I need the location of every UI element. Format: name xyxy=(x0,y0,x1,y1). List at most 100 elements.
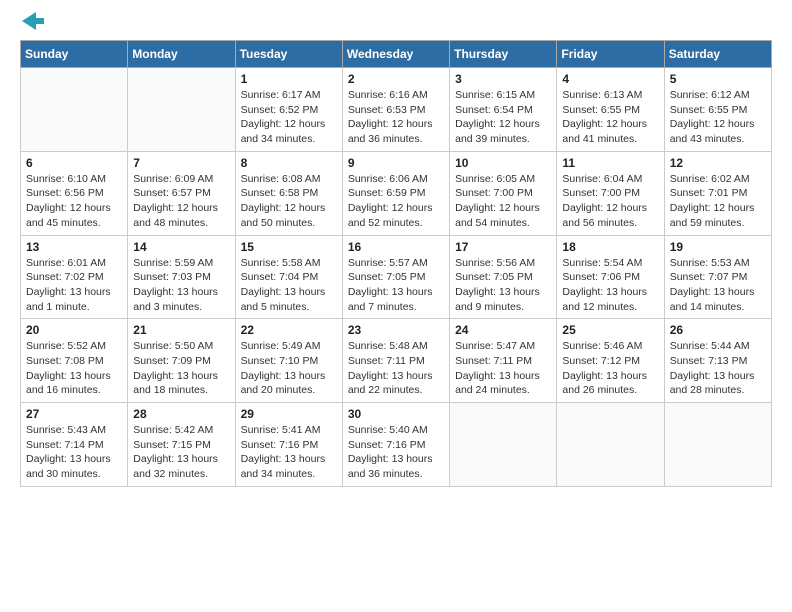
day-number: 20 xyxy=(26,323,122,337)
day-info: Sunrise: 6:01 AM Sunset: 7:02 PM Dayligh… xyxy=(26,256,122,315)
day-info: Sunrise: 5:42 AM Sunset: 7:15 PM Dayligh… xyxy=(133,423,229,482)
calendar-cell: 14 Sunrise: 5:59 AM Sunset: 7:03 PM Dayli… xyxy=(128,235,235,319)
calendar-table: SundayMondayTuesdayWednesdayThursdayFrid… xyxy=(20,40,772,487)
calendar-cell: 12Sunrise: 6:02 AM Sunset: 7:01 PM Dayli… xyxy=(664,151,771,235)
calendar-cell: 4 Sunrise: 6:13 AM Sunset: 6:55 PM Daylig… xyxy=(557,68,664,152)
day-number: 16 xyxy=(348,240,444,254)
day-info: Sunrise: 5:50 AM Sunset: 7:09 PM Dayligh… xyxy=(133,339,229,398)
day-number: 2 xyxy=(348,72,444,86)
calendar-cell xyxy=(557,403,664,487)
calendar-cell: 2 Sunrise: 6:16 AM Sunset: 6:53 PM Daylig… xyxy=(342,68,449,152)
day-number: 5 xyxy=(670,72,766,86)
calendar-cell xyxy=(128,68,235,152)
day-info: Sunrise: 5:44 AM Sunset: 7:13 PM Dayligh… xyxy=(670,339,766,398)
day-info: Sunrise: 6:08 AM Sunset: 6:58 PM Dayligh… xyxy=(241,172,337,231)
logo xyxy=(20,20,44,30)
logo-arrow-icon xyxy=(22,12,44,30)
col-header-thursday: Thursday xyxy=(450,41,557,68)
calendar-cell xyxy=(21,68,128,152)
day-number: 28 xyxy=(133,407,229,421)
calendar-cell: 6Sunrise: 6:10 AM Sunset: 6:56 PM Daylig… xyxy=(21,151,128,235)
day-number: 4 xyxy=(562,72,658,86)
col-header-wednesday: Wednesday xyxy=(342,41,449,68)
day-info: Sunrise: 5:41 AM Sunset: 7:16 PM Dayligh… xyxy=(241,423,337,482)
calendar-cell: 10 Sunrise: 6:05 AM Sunset: 7:00 PM Dayli… xyxy=(450,151,557,235)
calendar-cell: 23Sunrise: 5:48 AM Sunset: 7:11 PM Dayli… xyxy=(342,319,449,403)
calendar-cell: 21 Sunrise: 5:50 AM Sunset: 7:09 PM Dayli… xyxy=(128,319,235,403)
calendar-cell: 9 Sunrise: 6:06 AM Sunset: 6:59 PM Daylig… xyxy=(342,151,449,235)
day-number: 18 xyxy=(562,240,658,254)
day-info: Sunrise: 5:58 AM Sunset: 7:04 PM Dayligh… xyxy=(241,256,337,315)
day-number: 15 xyxy=(241,240,337,254)
day-info: Sunrise: 5:48 AM Sunset: 7:11 PM Dayligh… xyxy=(348,339,444,398)
day-number: 3 xyxy=(455,72,551,86)
day-number: 11 xyxy=(562,156,658,170)
day-info: Sunrise: 5:56 AM Sunset: 7:05 PM Dayligh… xyxy=(455,256,551,315)
day-info: Sunrise: 5:54 AM Sunset: 7:06 PM Dayligh… xyxy=(562,256,658,315)
calendar-cell: 19 Sunrise: 5:53 AM Sunset: 7:07 PM Dayli… xyxy=(664,235,771,319)
day-number: 10 xyxy=(455,156,551,170)
col-header-sunday: Sunday xyxy=(21,41,128,68)
day-info: Sunrise: 6:13 AM Sunset: 6:55 PM Dayligh… xyxy=(562,88,658,147)
day-info: Sunrise: 6:05 AM Sunset: 7:00 PM Dayligh… xyxy=(455,172,551,231)
day-info: Sunrise: 5:40 AM Sunset: 7:16 PM Dayligh… xyxy=(348,423,444,482)
day-info: Sunrise: 6:06 AM Sunset: 6:59 PM Dayligh… xyxy=(348,172,444,231)
day-number: 21 xyxy=(133,323,229,337)
day-info: Sunrise: 5:57 AM Sunset: 7:05 PM Dayligh… xyxy=(348,256,444,315)
calendar-week-3: 13 Sunrise: 6:01 AM Sunset: 7:02 PM Dayli… xyxy=(21,235,772,319)
day-number: 30 xyxy=(348,407,444,421)
day-info: Sunrise: 6:15 AM Sunset: 6:54 PM Dayligh… xyxy=(455,88,551,147)
calendar-week-2: 6Sunrise: 6:10 AM Sunset: 6:56 PM Daylig… xyxy=(21,151,772,235)
day-info: Sunrise: 6:16 AM Sunset: 6:53 PM Dayligh… xyxy=(348,88,444,147)
calendar-cell: 26 Sunrise: 5:44 AM Sunset: 7:13 PM Dayli… xyxy=(664,319,771,403)
calendar-cell: 27Sunrise: 5:43 AM Sunset: 7:14 PM Dayli… xyxy=(21,403,128,487)
day-number: 8 xyxy=(241,156,337,170)
day-info: Sunrise: 6:04 AM Sunset: 7:00 PM Dayligh… xyxy=(562,172,658,231)
day-info: Sunrise: 5:47 AM Sunset: 7:11 PM Dayligh… xyxy=(455,339,551,398)
day-number: 19 xyxy=(670,240,766,254)
calendar-cell: 15 Sunrise: 5:58 AM Sunset: 7:04 PM Dayli… xyxy=(235,235,342,319)
calendar-cell: 11 Sunrise: 6:04 AM Sunset: 7:00 PM Dayli… xyxy=(557,151,664,235)
day-info: Sunrise: 5:59 AM Sunset: 7:03 PM Dayligh… xyxy=(133,256,229,315)
calendar-cell: 17 Sunrise: 5:56 AM Sunset: 7:05 PM Dayli… xyxy=(450,235,557,319)
calendar-cell: 20Sunrise: 5:52 AM Sunset: 7:08 PM Dayli… xyxy=(21,319,128,403)
day-number: 26 xyxy=(670,323,766,337)
calendar-header-row: SundayMondayTuesdayWednesdayThursdayFrid… xyxy=(21,41,772,68)
calendar-cell: 18 Sunrise: 5:54 AM Sunset: 7:06 PM Dayli… xyxy=(557,235,664,319)
day-number: 25 xyxy=(562,323,658,337)
day-info: Sunrise: 6:12 AM Sunset: 6:55 PM Dayligh… xyxy=(670,88,766,147)
day-number: 13 xyxy=(26,240,122,254)
calendar-week-4: 20Sunrise: 5:52 AM Sunset: 7:08 PM Dayli… xyxy=(21,319,772,403)
day-info: Sunrise: 6:02 AM Sunset: 7:01 PM Dayligh… xyxy=(670,172,766,231)
calendar-cell: 16 Sunrise: 5:57 AM Sunset: 7:05 PM Dayli… xyxy=(342,235,449,319)
calendar-cell: 25 Sunrise: 5:46 AM Sunset: 7:12 PM Dayli… xyxy=(557,319,664,403)
col-header-tuesday: Tuesday xyxy=(235,41,342,68)
day-number: 14 xyxy=(133,240,229,254)
day-number: 9 xyxy=(348,156,444,170)
day-info: Sunrise: 5:46 AM Sunset: 7:12 PM Dayligh… xyxy=(562,339,658,398)
day-number: 1 xyxy=(241,72,337,86)
calendar-cell: 5 Sunrise: 6:12 AM Sunset: 6:55 PM Daylig… xyxy=(664,68,771,152)
day-number: 17 xyxy=(455,240,551,254)
day-number: 22 xyxy=(241,323,337,337)
calendar-cell xyxy=(450,403,557,487)
day-info: Sunrise: 5:53 AM Sunset: 7:07 PM Dayligh… xyxy=(670,256,766,315)
calendar-cell: 1 Sunrise: 6:17 AM Sunset: 6:52 PM Daylig… xyxy=(235,68,342,152)
calendar-cell: 8 Sunrise: 6:08 AM Sunset: 6:58 PM Daylig… xyxy=(235,151,342,235)
day-number: 27 xyxy=(26,407,122,421)
day-number: 29 xyxy=(241,407,337,421)
day-info: Sunrise: 6:09 AM Sunset: 6:57 PM Dayligh… xyxy=(133,172,229,231)
col-header-saturday: Saturday xyxy=(664,41,771,68)
calendar-cell: 22Sunrise: 5:49 AM Sunset: 7:10 PM Dayli… xyxy=(235,319,342,403)
day-info: Sunrise: 6:17 AM Sunset: 6:52 PM Dayligh… xyxy=(241,88,337,147)
calendar-cell: 29 Sunrise: 5:41 AM Sunset: 7:16 PM Dayli… xyxy=(235,403,342,487)
calendar-week-1: 1 Sunrise: 6:17 AM Sunset: 6:52 PM Daylig… xyxy=(21,68,772,152)
day-info: Sunrise: 6:10 AM Sunset: 6:56 PM Dayligh… xyxy=(26,172,122,231)
calendar-cell: 24 Sunrise: 5:47 AM Sunset: 7:11 PM Dayli… xyxy=(450,319,557,403)
calendar-cell: 28 Sunrise: 5:42 AM Sunset: 7:15 PM Dayli… xyxy=(128,403,235,487)
calendar-cell: 30 Sunrise: 5:40 AM Sunset: 7:16 PM Dayli… xyxy=(342,403,449,487)
calendar-cell: 7Sunrise: 6:09 AM Sunset: 6:57 PM Daylig… xyxy=(128,151,235,235)
day-number: 24 xyxy=(455,323,551,337)
col-header-friday: Friday xyxy=(557,41,664,68)
calendar-cell: 3 Sunrise: 6:15 AM Sunset: 6:54 PM Daylig… xyxy=(450,68,557,152)
